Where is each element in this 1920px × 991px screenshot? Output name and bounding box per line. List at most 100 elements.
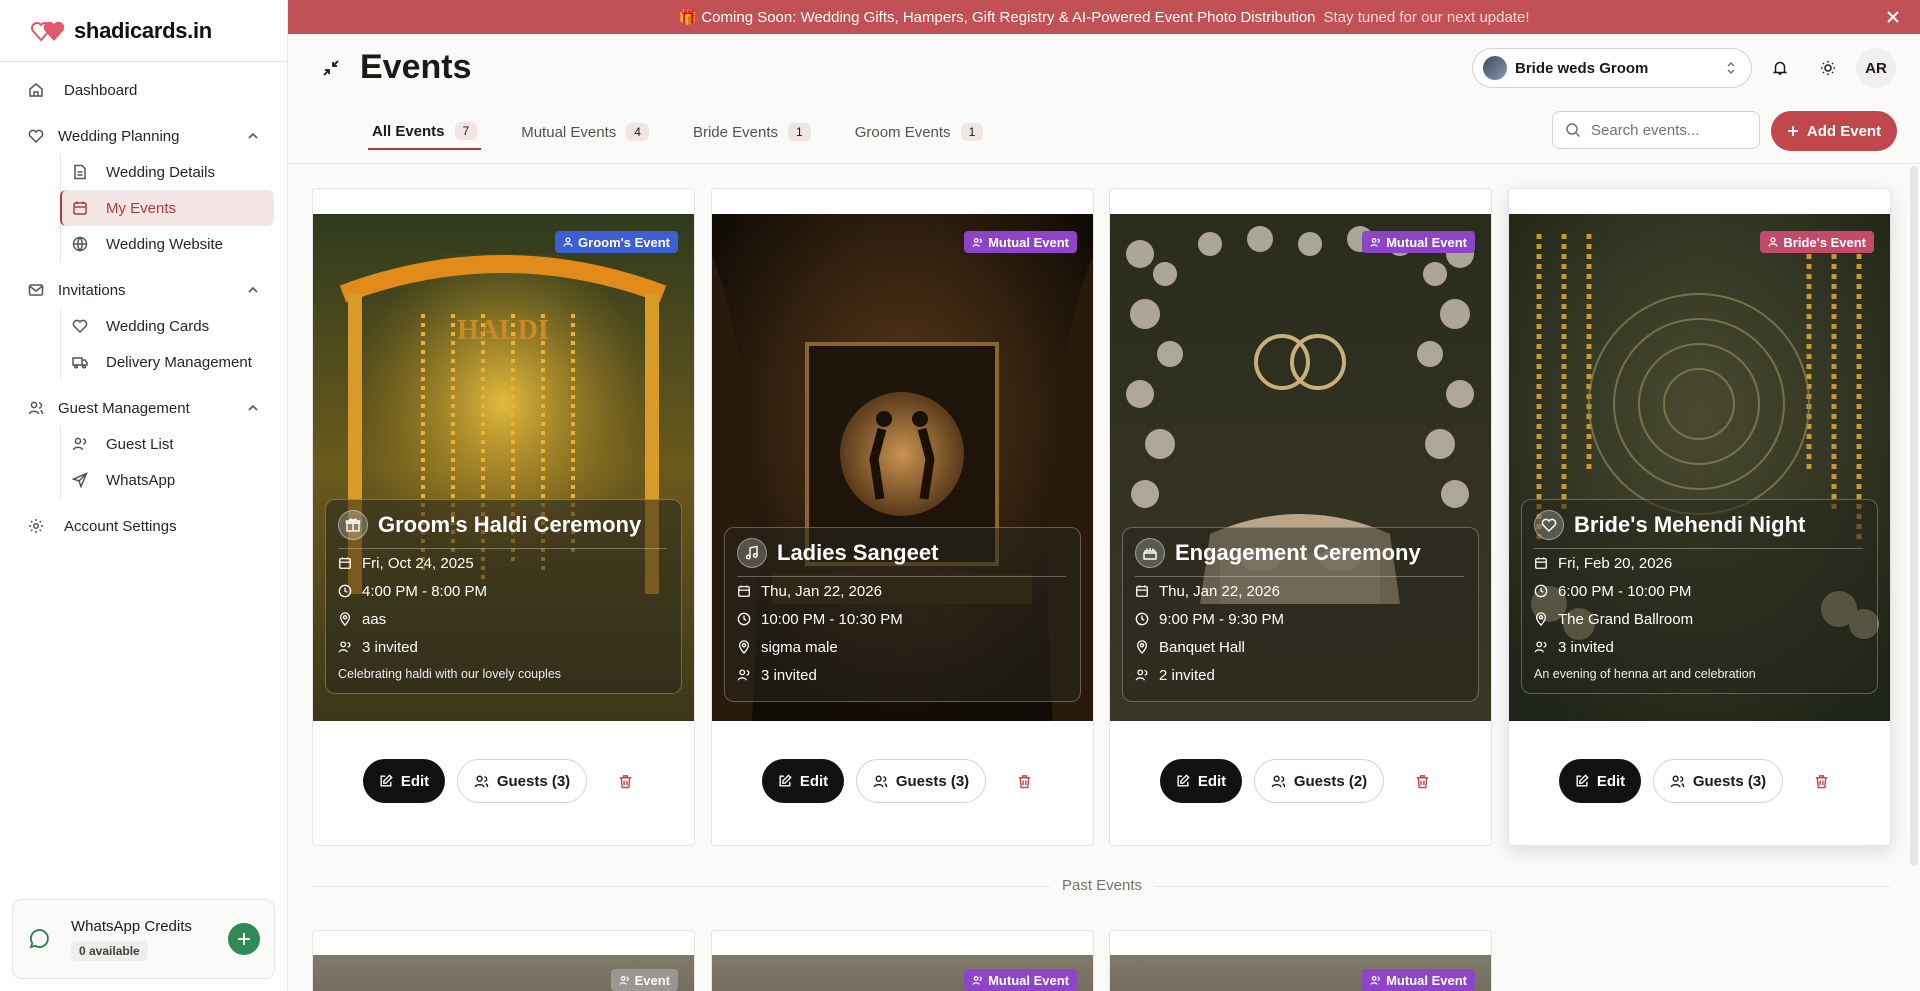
sidebar-item-wedding-cards[interactable]: Wedding Cards bbox=[62, 308, 276, 344]
trash-icon bbox=[1018, 774, 1030, 788]
event-title: Bride's Mehendi Night bbox=[1574, 512, 1806, 537]
event-invited: 3 invited bbox=[1558, 638, 1614, 656]
edit-button[interactable]: Edit bbox=[1160, 759, 1242, 803]
users-icon bbox=[972, 237, 982, 247]
globe-icon bbox=[72, 236, 88, 252]
brand-logo[interactable]: shadicards.in bbox=[0, 0, 287, 62]
event-type-tag: Mutual Event bbox=[964, 969, 1077, 991]
announcement-banner: 🎁 Coming Soon: Wedding Gifts, Hampers, G… bbox=[288, 0, 1920, 34]
plus-icon bbox=[1787, 126, 1798, 136]
users-icon bbox=[1534, 641, 1547, 653]
event-date: Fri, Oct 24, 2025 bbox=[362, 554, 474, 572]
sidebar-group-guest-management[interactable]: Guest Management bbox=[0, 390, 287, 426]
banner-text: 🎁 Coming Soon: Wedding Gifts, Hampers, G… bbox=[678, 9, 1316, 26]
users-icon bbox=[1670, 775, 1685, 787]
edit-button[interactable]: Edit bbox=[1559, 759, 1641, 803]
event-type-tag: Mutual Event bbox=[1362, 231, 1475, 253]
close-icon[interactable] bbox=[1884, 8, 1902, 26]
main-scrollbar[interactable] bbox=[1910, 166, 1918, 866]
sidebar-item-wedding-details[interactable]: Wedding Details bbox=[62, 154, 276, 190]
tab-count: 4 bbox=[626, 123, 649, 141]
sidebar-item-whatsapp[interactable]: WhatsApp bbox=[62, 462, 276, 498]
credits-title: WhatsApp Credits bbox=[71, 917, 192, 935]
heart-icon bbox=[72, 318, 88, 334]
event-type-tag: Event bbox=[610, 969, 678, 991]
past-event-card[interactable]: Mutual Event bbox=[711, 930, 1094, 991]
calendar-icon bbox=[738, 585, 750, 597]
event-time: 6:00 PM - 10:00 PM bbox=[1558, 582, 1692, 600]
tab-count: 7 bbox=[454, 122, 478, 140]
tab-mutual-events[interactable]: Mutual Events 4 bbox=[517, 114, 653, 150]
notifications-button[interactable] bbox=[1760, 48, 1800, 88]
edit-button[interactable]: Edit bbox=[363, 759, 445, 803]
guests-button[interactable]: Guests (3) bbox=[457, 759, 587, 803]
search-input[interactable] bbox=[1591, 121, 1751, 139]
brand-name: shadicards.in bbox=[74, 17, 212, 43]
past-event-card[interactable]: Mutual Event bbox=[1109, 930, 1492, 991]
sidebar-item-label: Guest List bbox=[106, 435, 174, 453]
music-note-icon bbox=[737, 538, 767, 568]
event-actions: Edit Guests (3) bbox=[762, 759, 1042, 803]
chevron-up-icon bbox=[247, 130, 259, 142]
delete-button[interactable] bbox=[607, 763, 643, 799]
tab-count: 1 bbox=[960, 123, 984, 141]
collapse-icon[interactable] bbox=[322, 59, 340, 77]
sidebar-group-label: Wedding Planning bbox=[58, 127, 180, 145]
delete-button[interactable] bbox=[1803, 763, 1839, 799]
event-time: 9:00 PM - 9:30 PM bbox=[1159, 610, 1285, 628]
tab-groom-events[interactable]: Groom Events 1 bbox=[851, 114, 988, 150]
users-icon bbox=[1135, 669, 1148, 681]
page-header: Events Bride weds Groom AR All Events 7 … bbox=[288, 34, 1920, 164]
sidebar-item-account-settings[interactable]: Account Settings bbox=[0, 508, 287, 544]
add-credits-button[interactable] bbox=[228, 923, 260, 955]
trash-icon bbox=[1416, 774, 1428, 788]
sidebar-item-wedding-website[interactable]: Wedding Website bbox=[62, 226, 276, 262]
event-venue: The Grand Ballroom bbox=[1558, 610, 1694, 628]
sun-icon bbox=[1821, 61, 1835, 75]
search-box bbox=[1552, 111, 1760, 149]
whatsapp-credits-card: WhatsApp Credits 0 available bbox=[12, 899, 275, 979]
event-invited: 3 invited bbox=[362, 638, 418, 656]
delete-button[interactable] bbox=[1006, 763, 1042, 799]
tab-bride-events[interactable]: Bride Events 1 bbox=[689, 114, 815, 150]
sidebar-item-delivery-management[interactable]: Delivery Management bbox=[62, 344, 276, 380]
guests-button[interactable]: Guests (3) bbox=[856, 759, 986, 803]
chevron-updown-icon bbox=[1727, 61, 1735, 75]
sidebar-group-invitations[interactable]: Invitations bbox=[0, 272, 287, 308]
event-info-panel: Ladies Sangeet Thu, Jan 22, 2026 10:00 P… bbox=[724, 527, 1081, 702]
bell-icon bbox=[1772, 61, 1788, 75]
sidebar-item-dashboard[interactable]: Dashboard bbox=[0, 72, 287, 108]
event-time: 10:00 PM - 10:30 PM bbox=[761, 610, 903, 628]
sidebar-group-wedding-planning[interactable]: Wedding Planning bbox=[0, 118, 287, 154]
add-event-button[interactable]: Add Event bbox=[1771, 111, 1897, 151]
event-type-tag: Mutual Event bbox=[964, 231, 1077, 253]
guests-button[interactable]: Guests (3) bbox=[1653, 759, 1783, 803]
edit-button[interactable]: Edit bbox=[762, 759, 844, 803]
sidebar-item-guest-list[interactable]: Guest List bbox=[62, 426, 276, 462]
document-icon bbox=[72, 164, 88, 180]
sidebar-item-my-events[interactable]: My Events bbox=[60, 190, 274, 226]
event-card: HALDI Groom's Event Groom's Haldi Ceremo… bbox=[312, 188, 695, 846]
sidebar-nav: Dashboard Wedding Planning Wedding Detai… bbox=[0, 62, 287, 544]
tag-label: Mutual Event bbox=[1386, 972, 1467, 988]
past-event-card[interactable]: Event bbox=[312, 930, 695, 991]
tag-label: Bride's Event bbox=[1783, 234, 1866, 250]
calendar-icon bbox=[1136, 585, 1148, 597]
tab-label: All Events bbox=[372, 122, 445, 140]
tab-all-events[interactable]: All Events 7 bbox=[368, 114, 482, 150]
sidebar-item-label: My Events bbox=[106, 199, 177, 217]
delete-button[interactable] bbox=[1404, 763, 1440, 799]
event-type-tag: Bride's Event bbox=[1760, 231, 1874, 253]
guests-label: Guests (3) bbox=[895, 772, 970, 790]
theme-toggle-button[interactable] bbox=[1808, 48, 1848, 88]
event-title: Ladies Sangeet bbox=[777, 540, 939, 565]
banner-note: Stay tuned for our next update! bbox=[1323, 8, 1530, 26]
chevron-up-icon bbox=[247, 402, 259, 414]
event-card: Mutual Event Engagement Ceremony Thu, Ja… bbox=[1109, 188, 1492, 846]
mail-icon bbox=[28, 282, 44, 298]
couple-selector[interactable]: Bride weds Groom bbox=[1472, 48, 1752, 88]
sidebar-item-label: Wedding Website bbox=[106, 235, 224, 253]
guests-button[interactable]: Guests (2) bbox=[1254, 759, 1384, 803]
users-icon bbox=[72, 436, 88, 452]
user-avatar[interactable]: AR bbox=[1856, 48, 1896, 88]
